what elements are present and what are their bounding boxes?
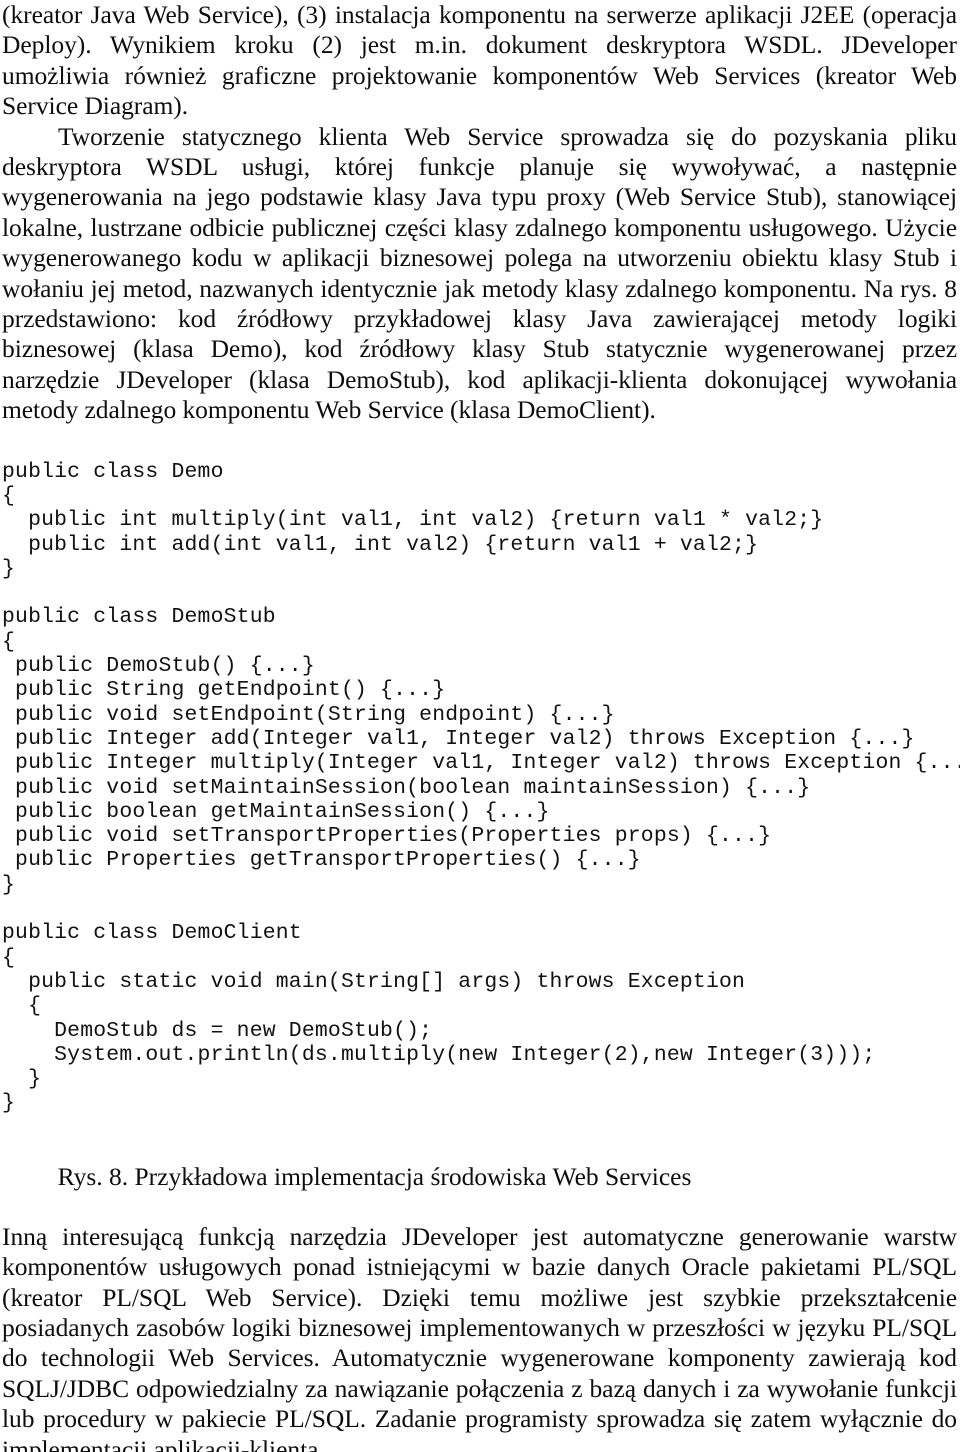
code-block-spacer-2: [2, 897, 957, 921]
document-page: (kreator Java Web Service), (3) instalac…: [0, 0, 960, 1452]
caption-top-spacer: [2, 1116, 957, 1162]
caption-bottom-spacer: [2, 1192, 957, 1222]
code-block-demo: public class Demo { public int multiply(…: [2, 460, 957, 581]
paragraph-3: Inną interesującą funkcją narzędzia JDev…: [2, 1221, 957, 1452]
paragraph-2: Tworzenie statycznego klienta Web Servic…: [2, 121, 957, 425]
code-lines-demo: public class Demo { public int multiply(…: [2, 459, 824, 581]
paragraph-1: (kreator Java Web Service), (3) instalac…: [2, 0, 957, 121]
code-block-spacer-1: [2, 581, 957, 605]
code-lines-demostub: public class DemoStub { public DemoStub(…: [2, 605, 960, 897]
code-block-democlient: public class DemoClient { public static …: [2, 921, 957, 1115]
figure-caption: Rys. 8. Przykładowa implementacja środow…: [57, 1161, 692, 1191]
code-block-demostub: public class DemoStub { public DemoStub(…: [2, 605, 960, 897]
code-lines-democlient: public class DemoClient { public static …: [2, 921, 876, 1116]
code-listing-top-spacer: [2, 426, 957, 460]
